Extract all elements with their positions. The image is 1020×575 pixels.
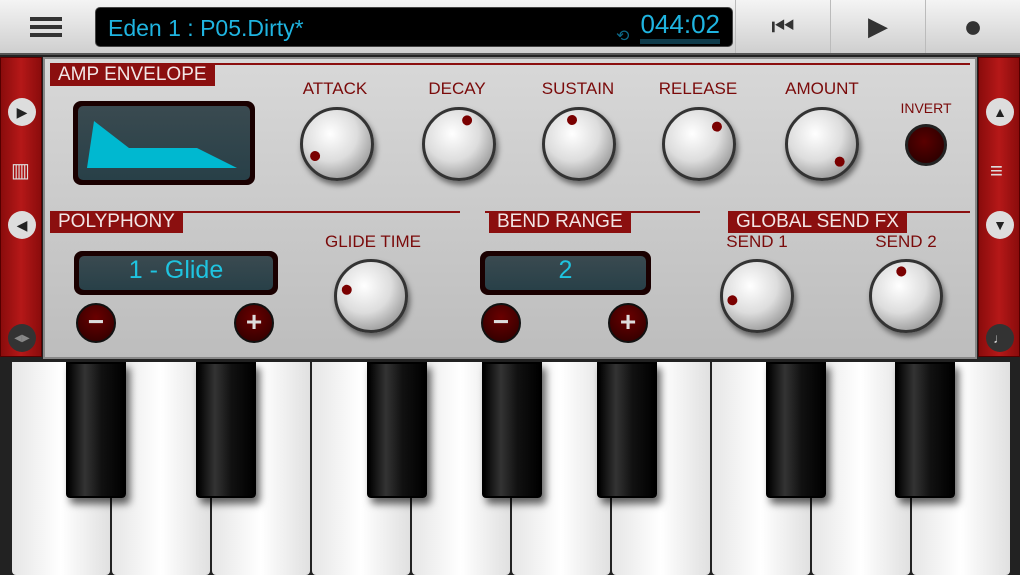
polyphony-header: POLYPHONY [50, 211, 183, 233]
rewind-button[interactable]: ⏮ [735, 0, 830, 53]
keyboard-icon[interactable]: ▥ [11, 158, 30, 183]
knob-indicator [340, 283, 353, 296]
global-send-fx-header: GLOBAL SEND FX [728, 211, 907, 233]
play-button[interactable]: ▶ [830, 0, 925, 53]
polyphony-plus-button[interactable]: + [234, 303, 274, 343]
decay-label: DECAY [428, 79, 486, 98]
amount-label: AMOUNT [785, 79, 859, 98]
amp-envelope-header: AMP ENVELOPE [50, 64, 215, 86]
knob-indicator [565, 113, 579, 127]
bend-minus-button[interactable]: − [481, 303, 521, 343]
prev-page-icon[interactable]: ◀ [8, 211, 36, 239]
release-knob[interactable] [662, 107, 736, 181]
send-1-label: SEND 1 [726, 232, 788, 251]
synth-panel: AMP ENVELOPE INVERT POLYPHONY 1 - Glide … [43, 57, 977, 359]
note-icon[interactable]: ♩ [986, 324, 1014, 352]
attack-label: ATTACK [302, 79, 368, 98]
amount-knob[interactable] [785, 107, 859, 181]
attack-knob[interactable] [300, 107, 374, 181]
down-icon[interactable]: ▼ [986, 211, 1014, 239]
left-sidebar: ▶ ▥ ◀ ◀▶ [0, 57, 42, 357]
scroll-lr-icon[interactable]: ◀▶ [8, 324, 36, 352]
top-bar: Eden 1 : P05.Dirty* ⟲ 044:02 ⏮ ▶ ● [0, 0, 1020, 55]
black-key[interactable] [196, 362, 256, 498]
sustain-label: SUSTAIN [541, 79, 615, 98]
send-2-knob[interactable] [869, 259, 943, 333]
envelope-display[interactable] [73, 101, 255, 185]
record-button[interactable]: ● [925, 0, 1020, 53]
black-key[interactable] [482, 362, 542, 498]
black-key[interactable] [895, 362, 955, 498]
envelope-graph [87, 121, 237, 168]
glide-time-knob[interactable] [334, 259, 408, 333]
time-progress [640, 39, 720, 44]
list-icon[interactable]: ≡ [990, 158, 1003, 184]
decay-knob[interactable] [422, 107, 496, 181]
knob-indicator [709, 119, 725, 134]
bend-range-value: 2 [485, 256, 646, 290]
piano-keyboard [10, 362, 1020, 575]
knob-indicator [308, 149, 322, 163]
glide-time-label: GLIDE TIME [324, 232, 422, 251]
bend-range-display[interactable]: 2 [480, 251, 651, 295]
polyphony-display[interactable]: 1 - Glide [74, 251, 278, 295]
invert-button[interactable] [905, 124, 947, 166]
knob-indicator [726, 294, 739, 307]
knob-indicator [460, 113, 474, 127]
black-key[interactable] [766, 362, 826, 498]
black-key[interactable] [367, 362, 427, 498]
send-1-knob[interactable] [720, 259, 794, 333]
send-2-label: SEND 2 [875, 232, 937, 251]
bend-range-header: BEND RANGE [489, 211, 631, 233]
menu-icon[interactable] [30, 17, 62, 37]
preset-name: Eden 1 : P05.Dirty* [108, 15, 304, 41]
release-label: RELEASE [658, 79, 738, 98]
preset-display[interactable]: Eden 1 : P05.Dirty* ⟲ 044:02 [95, 7, 733, 47]
black-key[interactable] [66, 362, 126, 498]
polyphony-value: 1 - Glide [79, 256, 273, 290]
sustain-knob[interactable] [542, 107, 616, 181]
knob-indicator [832, 154, 847, 169]
next-page-icon[interactable]: ▶ [8, 98, 36, 126]
black-key[interactable] [597, 362, 657, 498]
loop-icon[interactable]: ⟲ [616, 26, 629, 46]
time-readout: 044:02 [640, 9, 720, 39]
polyphony-minus-button[interactable]: − [76, 303, 116, 343]
invert-label: INVERT [900, 100, 952, 116]
bend-plus-button[interactable]: + [608, 303, 648, 343]
up-icon[interactable]: ▲ [986, 98, 1014, 126]
knob-indicator [895, 265, 908, 278]
